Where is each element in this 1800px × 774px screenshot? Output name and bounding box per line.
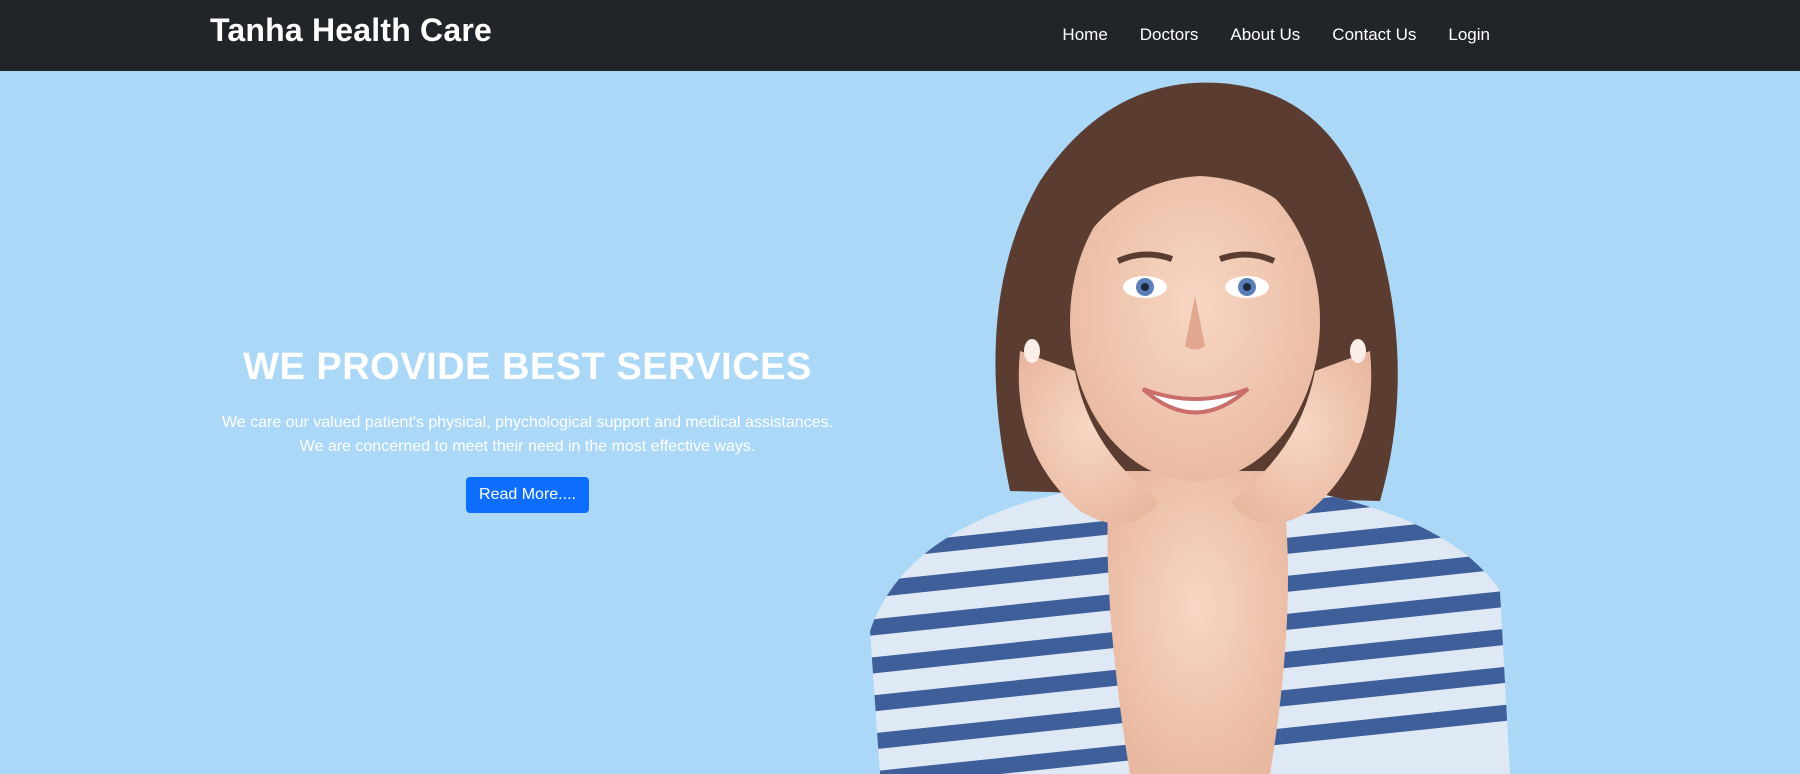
navbar: Tanha Health Care Home Doctors About Us … bbox=[0, 0, 1800, 71]
brand-logo[interactable]: Tanha Health Care bbox=[210, 12, 492, 49]
hero-section: WE PROVIDE BEST SERVICES We care our val… bbox=[0, 71, 1800, 774]
hero-text-block: WE PROVIDE BEST SERVICES We care our val… bbox=[210, 346, 845, 513]
hero-description: We care our valued patient's physical, p… bbox=[221, 414, 834, 455]
nav-link-about-us[interactable]: About Us bbox=[1230, 25, 1300, 45]
nav-link-home[interactable]: Home bbox=[1062, 25, 1107, 45]
nav-link-doctors[interactable]: Doctors bbox=[1140, 25, 1199, 45]
nav-links: Home Doctors About Us Contact Us Login bbox=[1062, 25, 1490, 45]
nav-link-login[interactable]: Login bbox=[1448, 25, 1490, 45]
hero-image bbox=[870, 82, 1510, 774]
hero-title: WE PROVIDE BEST SERVICES bbox=[243, 346, 812, 388]
read-more-button[interactable]: Read More.... bbox=[466, 477, 589, 513]
nav-link-contact-us[interactable]: Contact Us bbox=[1332, 25, 1416, 45]
